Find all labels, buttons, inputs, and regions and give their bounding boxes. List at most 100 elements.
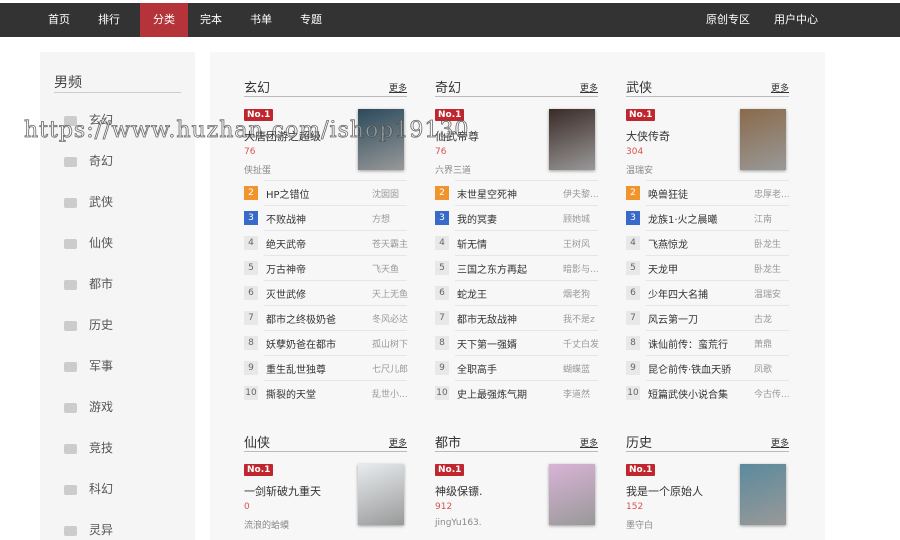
more-link[interactable]: 更多 [389,81,407,94]
book-title[interactable]: 短篇武侠小说合集 [648,386,728,401]
list-item[interactable]: 8 天下第一强婿 千丈白发 [435,330,599,355]
ranking-panel: 玄幻 更多 No.1 大唐团游之超级 76 侠扯蛋 2 HP之错位 沈囡囡 3 不败战神 方想 4 绝天武… [210,52,825,540]
book-cover[interactable] [358,464,404,525]
sidebar-item[interactable]: 竞技 [64,438,113,458]
list-item[interactable]: 4 飞燕惊龙 卧龙生 [626,230,789,255]
list-item[interactable]: 10 撕裂的天堂 乱世小... [244,380,408,405]
list-item[interactable]: 4 绝天武帝 苍天霸主 [244,230,408,255]
book-title[interactable]: 天下第一强婿 [457,336,517,351]
list-item[interactable]: 2 末世星空死神 伊夫黎... [435,180,599,205]
list-item[interactable]: 3 龙族1·火之晨曦 江南 [626,205,789,230]
list-item[interactable]: 5 万古神帝 飞天鱼 [244,255,407,280]
list-item[interactable]: 7 风云第一刀 古龙 [626,305,789,330]
list-item[interactable]: 4 斩无情 王树风 [435,230,598,255]
sidebar-item[interactable]: 军事 [64,356,113,376]
sidebar-item[interactable]: 科幻 [64,479,113,499]
book-title[interactable]: 重生乱世独尊 [266,361,326,376]
list-item[interactable]: 10 短篇武侠小说合集 今古传... [626,380,790,405]
top-book-title[interactable]: 仙武帝尊 [435,128,479,144]
sidebar-item[interactable]: 灵异 [64,520,113,540]
nav-item[interactable]: 首页 [38,3,80,37]
list-item[interactable]: 6 少年四大名捕 温瑞安 [626,280,789,305]
book-cover[interactable] [358,109,404,170]
book-title[interactable]: 妖孽奶爸在都市 [266,336,336,351]
sidebar-item[interactable]: 历史 [64,315,113,335]
sidebar-item[interactable]: 奇幻 [64,151,113,171]
book-title[interactable]: 飞燕惊龙 [648,236,688,251]
sidebar-item-label: 游戏 [89,400,114,414]
nav-item[interactable]: 完本 [190,3,232,37]
list-item[interactable]: 6 灭世武修 天上无鱼 [244,280,408,305]
book-title[interactable]: 都市之终极奶爸 [266,311,336,326]
rank-badge: 5 [435,261,449,275]
book-title[interactable]: 风云第一刀 [648,311,698,326]
list-item[interactable]: 8 诛仙前传：蛮荒行 萧鼎 [626,330,789,355]
more-link[interactable]: 更多 [771,436,789,449]
nav-item[interactable]: 书单 [240,3,282,37]
list-item[interactable]: 9 重生乱世独尊 七尺儿郎 [244,355,408,380]
nav-item[interactable]: 专题 [290,3,332,37]
list-item[interactable]: 2 HP之错位 沈囡囡 [244,180,407,205]
top-book-title[interactable]: 一剑斩破九重天 [244,483,321,499]
nav-item[interactable]: 分类 [140,3,188,37]
book-title[interactable]: 诛仙前传：蛮荒行 [648,336,728,351]
book-title[interactable]: 末世星空死神 [457,186,517,201]
book-title[interactable]: 都市无敌战神 [457,311,517,326]
list-item[interactable]: 6 蛇龙王 烟老狗 [435,280,598,305]
list-item[interactable]: 9 全职高手 蝴蝶蓝 [435,355,598,380]
top-book-title[interactable]: 大唐团游之超级 [244,128,321,144]
sidebar-item[interactable]: 武侠 [64,192,113,212]
book-cover[interactable] [740,464,786,525]
book-title[interactable]: 斩无情 [457,236,487,251]
book-icon [64,115,77,126]
book-title[interactable]: HP之错位 [266,186,310,201]
book-title[interactable]: 撕裂的天堂 [266,386,316,401]
top-book-count: 0 [244,502,250,512]
list-item[interactable]: 10 史上最强炼气期 李道然 [435,380,598,405]
list-item[interactable]: 3 我的冥妻 顾她城 [435,205,598,230]
list-item[interactable]: 7 都市之终极奶爸 冬风必达 [244,305,408,330]
book-title[interactable]: 万古神帝 [266,261,306,276]
book-cover[interactable] [740,109,786,170]
book-title[interactable]: 龙族1·火之晨曦 [648,211,718,226]
list-item[interactable]: 7 都市无敌战神 我不是z [435,305,598,330]
list-item[interactable]: 2 唤兽狂徒 忠厚老... [626,180,790,205]
top-book-title[interactable]: 我是一个原始人 [626,483,703,499]
more-link[interactable]: 更多 [389,436,407,449]
nav-item-right[interactable]: 用户中心 [768,3,824,37]
book-title[interactable]: 唤兽狂徒 [648,186,688,201]
sidebar-item[interactable]: 都市 [64,274,113,294]
book-title[interactable]: 我的冥妻 [457,211,497,226]
book-title[interactable]: 史上最强炼气期 [457,386,527,401]
book-title[interactable]: 不败战神 [266,211,306,226]
nav-item-right[interactable]: 原创专区 [700,3,756,37]
rank-1-badge: No.1 [244,109,274,121]
list-item[interactable]: 5 天龙甲 卧龙生 [626,255,789,280]
sidebar-item[interactable]: 游戏 [64,397,113,417]
rank-badge: 4 [435,236,449,250]
list-item[interactable]: 3 不败战神 方想 [244,205,407,230]
sidebar-item-label: 科幻 [89,482,114,496]
book-title[interactable]: 天龙甲 [648,261,678,276]
list-item[interactable]: 5 三国之东方再起 暗影与... [435,255,599,280]
list-item[interactable]: 8 妖孽奶爸在都市 孤山树下 [244,330,408,355]
top-book-title[interactable]: 神级保镖. [435,483,483,499]
book-title[interactable]: 绝天武帝 [266,236,306,251]
nav-item[interactable]: 排行 [88,3,130,37]
book-title[interactable]: 蛇龙王 [457,286,487,301]
book-title[interactable]: 全职高手 [457,361,497,376]
book-title[interactable]: 灭世武修 [266,286,306,301]
book-title[interactable]: 少年四大名捕 [648,286,708,301]
more-link[interactable]: 更多 [580,436,598,449]
book-cover[interactable] [549,464,595,525]
sidebar-item[interactable]: 玄幻 [64,110,113,130]
rank-badge: 2 [626,186,640,200]
book-title[interactable]: 三国之东方再起 [457,261,527,276]
list-item[interactable]: 9 昆仑前传·铁血天骄 凤歌 [626,355,789,380]
more-link[interactable]: 更多 [771,81,789,94]
book-title[interactable]: 昆仑前传·铁血天骄 [648,361,731,376]
top-book-title[interactable]: 大侠传奇 [626,128,670,144]
more-link[interactable]: 更多 [580,81,598,94]
sidebar-item[interactable]: 仙侠 [64,233,113,253]
book-cover[interactable] [549,109,595,170]
